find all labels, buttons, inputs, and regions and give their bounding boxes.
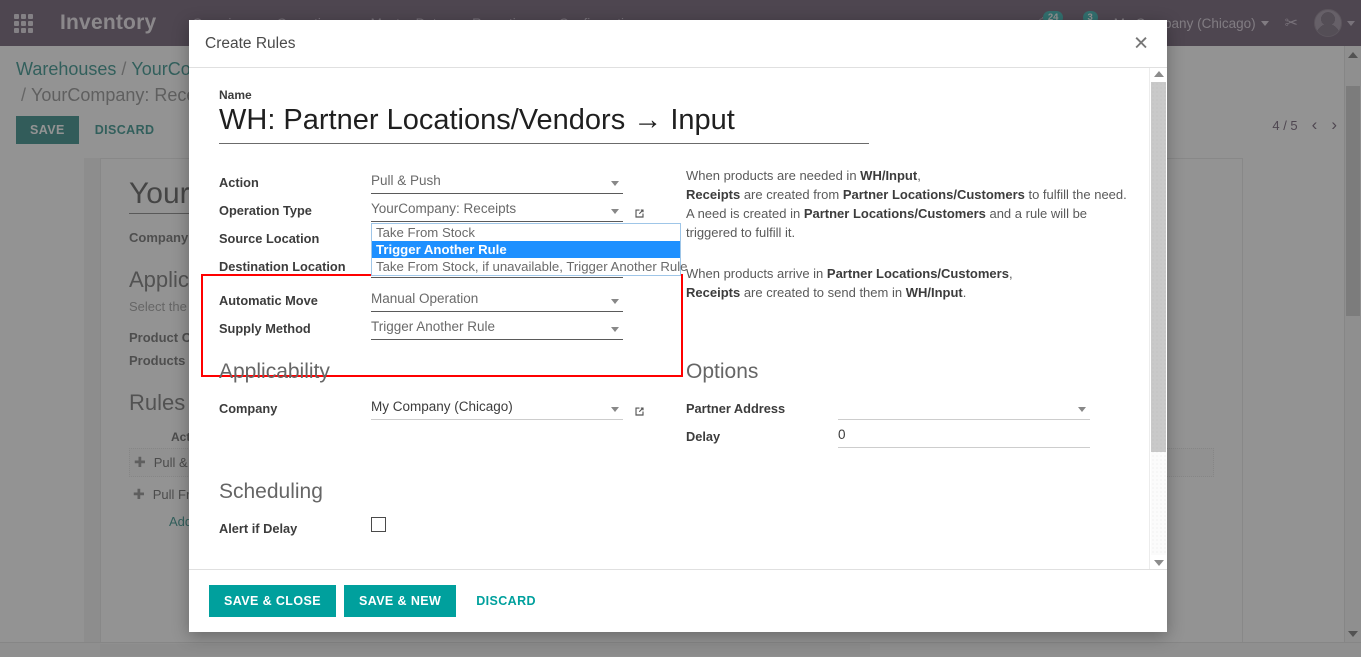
chevron-down-icon [611, 299, 619, 304]
field-row-company: Company My Company (Chicago) [219, 392, 674, 420]
field-row-action: Action Pull & Push [219, 166, 674, 194]
applicability-header: Applicability [219, 360, 330, 383]
help2-line1-bold: Partner Locations/Customers [826, 266, 1009, 281]
field-row-supply-method: Supply Method Trigger Another Rule [219, 312, 674, 340]
dialog-title: Create Rules [205, 34, 296, 52]
help2-line1-post: , [1008, 266, 1013, 281]
field-row-operation-type: Operation Type YourCompany: Receipts [219, 194, 674, 222]
automatic-move-label: Automatic Move [219, 293, 318, 308]
save-and-new-button[interactable]: SAVE & NEW [343, 585, 457, 617]
scrollbar-thumb[interactable] [1151, 82, 1166, 452]
external-link-glyph [635, 407, 644, 416]
chevron-down-icon [611, 407, 619, 412]
external-link-icon[interactable] [633, 405, 646, 420]
options-section: Options Partner Address Delay 0 [674, 360, 1137, 540]
help2-line2-mid: are created to send them in [740, 285, 906, 300]
company-select[interactable]: My Company (Chicago) [371, 398, 623, 420]
action-label: Action [219, 175, 259, 190]
field-row-partner-address: Partner Address [686, 392, 1137, 420]
dropdown-option-take-from-stock[interactable]: Take From Stock [372, 224, 680, 241]
help2-line1-pre: When products arrive in [686, 266, 827, 281]
help2-line2-bold1: Receipts [686, 285, 741, 300]
help1-line1-pre: When products are needed in [686, 168, 861, 183]
dialog-vertical-scrollbar[interactable] [1149, 68, 1167, 569]
external-link-glyph [635, 209, 644, 218]
dialog-footer: SAVE & CLOSE SAVE & NEW DISCARD [189, 569, 1167, 632]
operation-type-label: Operation Type [219, 203, 312, 218]
applicability-section: Applicability Company My Company (Chicag… [219, 360, 674, 540]
scroll-up-arrow-icon[interactable] [1153, 71, 1164, 77]
scheduling-header: Scheduling [219, 480, 323, 503]
partner-address-label: Partner Address [686, 401, 786, 416]
form-left-column: Action Pull & Push Operation Type YourCo… [201, 166, 688, 377]
discard-button[interactable]: DISCARD [464, 585, 548, 617]
field-row-automatic-move: Automatic Move Manual Operation [219, 284, 674, 312]
external-link-icon[interactable] [633, 207, 646, 222]
dropdown-option-take-from-stock-fallback[interactable]: Take From Stock, if unavailable, Trigger… [372, 258, 688, 275]
alert-if-delay-checkbox-wrap [371, 517, 386, 540]
chevron-down-icon [1078, 407, 1086, 412]
options-header: Options [686, 360, 759, 383]
form-upper: Action Pull & Push Operation Type YourCo… [201, 166, 1137, 377]
supply-method-dropdown[interactable]: Take From Stock Trigger Another Rule Tak… [371, 223, 688, 276]
automatic-move-value: Manual Operation [371, 291, 479, 306]
chevron-down-icon [611, 181, 619, 186]
app-screenshot: Inventory Overview Operations Master Dat… [0, 0, 1361, 657]
help-text-block-1: When products are needed in WH/Input, Re… [686, 166, 1137, 242]
close-icon[interactable]: ✕ [1127, 33, 1155, 54]
field-row-delay: Delay 0 [686, 420, 1137, 448]
help1-line2-bold1: Receipts [686, 187, 741, 202]
operation-type-select[interactable]: YourCompany: Receipts [371, 200, 623, 222]
supply-method-value: Trigger Another Rule [371, 319, 496, 334]
partner-address-select[interactable] [838, 398, 1090, 420]
dropdown-option-trigger-another-rule[interactable]: Trigger Another Rule [372, 241, 680, 258]
source-location-label: Source Location [219, 231, 320, 246]
delay-value: 0 [838, 427, 846, 442]
alert-if-delay-checkbox[interactable] [371, 517, 386, 532]
automatic-move-select[interactable]: Manual Operation [371, 290, 623, 312]
supply-method-label: Supply Method [219, 321, 311, 336]
chevron-down-icon [611, 327, 619, 332]
dialog-body: Name WH: Partner Locations/Vendors → Inp… [189, 68, 1167, 569]
form-lower: Applicability Company My Company (Chicag… [219, 360, 1137, 540]
help1-line2-bold2: Partner Locations/Customers [842, 187, 1025, 202]
help1-line3-pre: A need is created in [686, 206, 804, 221]
help-text-block-2: When products arrive in Partner Location… [686, 264, 1137, 302]
help1-line2-mid: are created from [740, 187, 843, 202]
chevron-down-icon [611, 209, 619, 214]
help1-line2-post: to fulfill the need. [1024, 187, 1127, 202]
scroll-down-arrow-icon[interactable] [1153, 560, 1164, 566]
operation-type-value: YourCompany: Receipts [371, 201, 517, 216]
form-help-column: When products are needed in WH/Input, Re… [674, 166, 1137, 340]
help1-line1-post: , [917, 168, 921, 183]
help1-line3-bold: Partner Locations/Customers [803, 206, 986, 221]
delay-input[interactable]: 0 [838, 426, 1090, 448]
action-value: Pull & Push [371, 173, 441, 188]
save-and-close-button[interactable]: SAVE & CLOSE [209, 585, 336, 617]
field-row-alert-if-delay: Alert if Delay [219, 512, 674, 540]
help2-line2-bold2: WH/Input [905, 285, 963, 300]
supply-method-select[interactable]: Trigger Another Rule [371, 318, 623, 340]
name-label: Name [219, 88, 252, 102]
name-input[interactable]: WH: Partner Locations/Vendors → Input [219, 104, 869, 144]
delay-label: Delay [686, 429, 721, 444]
company-label: Company [219, 401, 278, 416]
action-select[interactable]: Pull & Push [371, 172, 623, 194]
destination-location-label: Destination Location [219, 259, 346, 274]
dialog-header: Create Rules ✕ [189, 20, 1167, 68]
help2-line2-post: . [962, 285, 967, 300]
create-rules-dialog: Create Rules ✕ Name WH: Partner Location… [189, 20, 1167, 632]
alert-if-delay-label: Alert if Delay [219, 521, 298, 536]
company-value: My Company (Chicago) [371, 399, 513, 414]
scheduling-section: Scheduling Alert if Delay [219, 480, 674, 540]
help1-line1-bold: WH/Input [860, 168, 918, 183]
partner-address-value [838, 399, 842, 414]
